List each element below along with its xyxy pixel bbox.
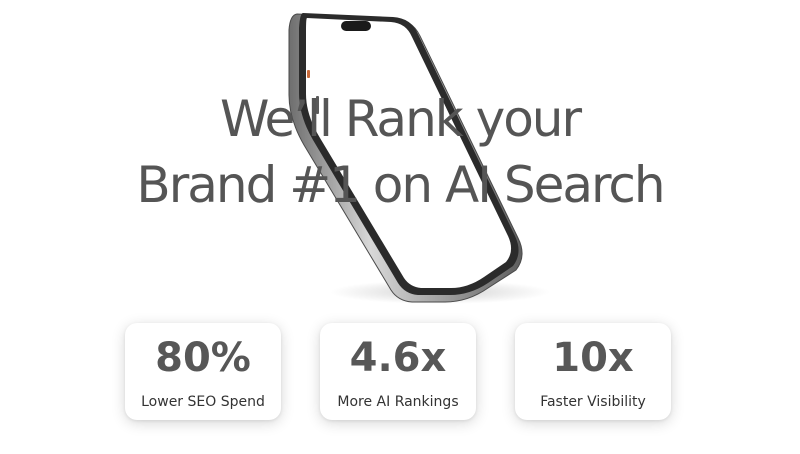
stat-card-ai-rankings: 4.6x More AI Rankings	[320, 323, 476, 420]
stat-card-visibility: 10x Faster Visibility	[515, 323, 671, 420]
headline-line-1: We’ll Rank your	[219, 90, 582, 148]
stat-value: 4.6x	[349, 335, 447, 381]
phone-dynamic-island	[341, 21, 371, 31]
phone-button	[307, 70, 310, 78]
stat-label: More AI Rankings	[337, 394, 459, 410]
headline-line-2: Brand #1 on AI Search	[136, 156, 665, 214]
hero-headline: We’ll Rank your Brand #1 on AI Search	[0, 86, 800, 218]
stat-card-seo-spend: 80% Lower SEO Spend	[125, 323, 281, 420]
stats-row: 80% Lower SEO Spend 4.6x More AI Ranking…	[0, 323, 800, 423]
stat-label: Lower SEO Spend	[141, 394, 265, 410]
stat-value: 80%	[155, 335, 251, 381]
stat-label: Faster Visibility	[540, 394, 646, 410]
stat-value: 10x	[552, 335, 634, 381]
